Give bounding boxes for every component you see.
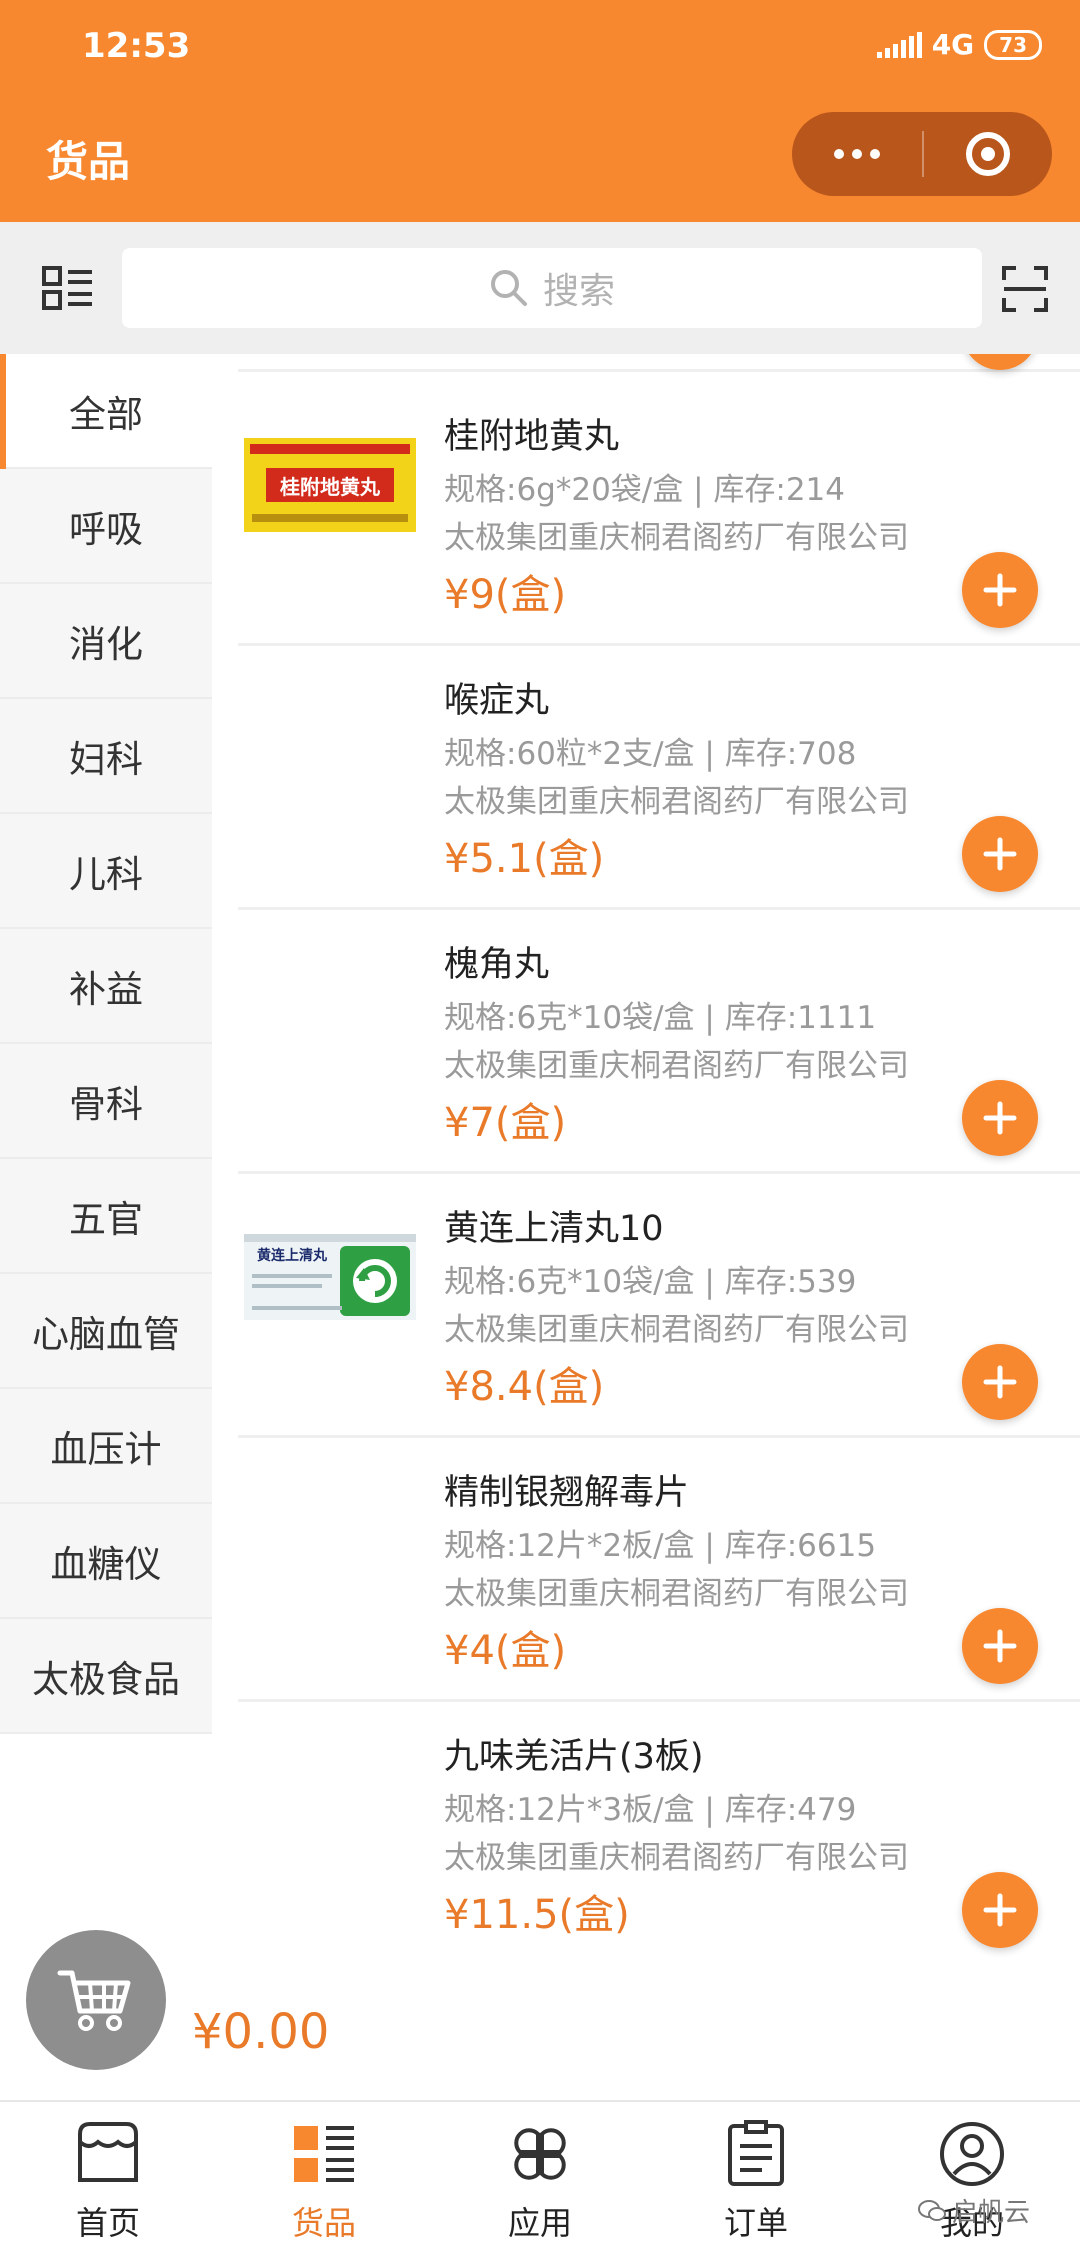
tab-label: 订单 bbox=[723, 2204, 788, 2242]
goods-list-icon bbox=[294, 2126, 354, 2182]
watermark-text: 启帆云 bbox=[952, 2198, 1031, 2228]
tab-apps[interactable]: 应用 bbox=[432, 2102, 648, 2248]
search-input[interactable]: 搜索 bbox=[122, 248, 982, 328]
product-price: ¥8.4(盒) bbox=[444, 1364, 605, 1410]
user-icon bbox=[940, 2122, 1004, 2186]
tab-home[interactable]: 首页 bbox=[0, 2102, 216, 2248]
plus-icon bbox=[983, 1629, 1017, 1663]
sidebar-item-orthopedics[interactable]: 骨科 bbox=[0, 1044, 212, 1159]
category-sidebar: 全部 呼吸 消化 妇科 儿科 补益 骨科 五官 心脑血管 血压计 血糖仪 太极食… bbox=[0, 354, 212, 1742]
page-title: 货品 bbox=[46, 137, 131, 186]
sidebar-item-gynecology[interactable]: 妇科 bbox=[0, 699, 212, 814]
cart-icon bbox=[57, 1970, 131, 2031]
product-name: 桂附地黄丸 bbox=[444, 417, 620, 457]
sidebar-item-all[interactable]: 全部 bbox=[0, 354, 212, 469]
plus-icon bbox=[983, 837, 1017, 871]
cart-total: ¥0.00 bbox=[192, 2004, 330, 2060]
sidebar-item-cardio[interactable]: 心脑血管 bbox=[0, 1274, 212, 1389]
tab-label: 应用 bbox=[507, 2204, 572, 2242]
list-item bbox=[238, 354, 1080, 372]
product-spec: 规格:60粒*2支/盒 | 库存:708 bbox=[444, 736, 857, 772]
list-item[interactable]: 桂附地黄丸 桂附地黄丸 规格:6g*20袋/盒 | 库存:214 太极集团重庆桐… bbox=[238, 384, 1080, 646]
tab-orders[interactable]: 订单 bbox=[648, 2102, 864, 2248]
sidebar-item-tonic[interactable]: 补益 bbox=[0, 929, 212, 1044]
product-company: 太极集团重庆桐君阁药厂有限公司 bbox=[444, 1840, 909, 1876]
product-price: ¥5.1(盒) bbox=[444, 836, 605, 882]
battery-icon: 73 bbox=[984, 29, 1042, 60]
list-item[interactable]: 喉症丸 规格:60粒*2支/盒 | 库存:708 太极集团重庆桐君阁药厂有限公司… bbox=[238, 648, 1080, 910]
add-to-cart-button[interactable] bbox=[962, 1080, 1038, 1156]
sidebar-item-glucose-meter[interactable]: 血糖仪 bbox=[0, 1504, 212, 1619]
signal-icon bbox=[876, 31, 922, 58]
apps-icon bbox=[514, 2128, 566, 2180]
tab-label: 首页 bbox=[75, 2204, 140, 2242]
search-placeholder: 搜索 bbox=[542, 271, 615, 312]
sidebar-item-digestive[interactable]: 消化 bbox=[0, 584, 212, 699]
list-item[interactable]: 精制银翘解毒片 规格:12片*2板/盒 | 库存:6615 太极集团重庆桐君阁药… bbox=[238, 1440, 1080, 1702]
product-name: 九味羌活片(3板) bbox=[444, 1737, 704, 1777]
category-menu-icon[interactable] bbox=[42, 266, 94, 310]
network-label: 4G bbox=[931, 28, 975, 61]
product-spec: 规格:12片*3板/盒 | 库存:479 bbox=[444, 1792, 857, 1828]
product-name: 黄连上清丸10 bbox=[444, 1209, 664, 1249]
product-company: 太极集团重庆桐君阁药厂有限公司 bbox=[444, 520, 909, 556]
product-company: 太极集团重庆桐君阁药厂有限公司 bbox=[444, 1048, 909, 1084]
sidebar-item-pediatrics[interactable]: 儿科 bbox=[0, 814, 212, 929]
top-header: 12:53 4G 73 货品 bbox=[0, 0, 1080, 222]
sidebar-item-blood-pressure-meter[interactable]: 血压计 bbox=[0, 1389, 212, 1504]
product-name: 精制银翘解毒片 bbox=[444, 1473, 690, 1513]
product-price: ¥7(盒) bbox=[444, 1100, 567, 1146]
product-price: ¥11.5(盒) bbox=[444, 1892, 630, 1938]
product-price: ¥9(盒) bbox=[444, 572, 567, 618]
cart-button[interactable] bbox=[26, 1930, 166, 2070]
tab-goods[interactable]: 货品 bbox=[216, 2102, 432, 2248]
add-to-cart-button[interactable] bbox=[962, 1872, 1038, 1948]
product-spec: 规格:6克*10袋/盒 | 库存:1111 bbox=[444, 1000, 877, 1036]
sidebar-item-taiji-food[interactable]: 太极食品 bbox=[0, 1619, 212, 1734]
wechat-icon bbox=[918, 2199, 946, 2221]
product-spec: 规格:12片*2板/盒 | 库存:6615 bbox=[444, 1528, 877, 1564]
list-item[interactable]: 槐角丸 规格:6克*10袋/盒 | 库存:1111 太极集团重庆桐君阁药厂有限公… bbox=[238, 912, 1080, 1174]
shop-icon bbox=[78, 2122, 138, 2182]
watermark: 启帆云 bbox=[918, 2192, 1030, 2229]
search-icon bbox=[490, 270, 527, 306]
plus-icon bbox=[983, 1365, 1017, 1399]
status-indicators: 4G 73 bbox=[876, 28, 1042, 61]
sidebar-item-ent[interactable]: 五官 bbox=[0, 1159, 212, 1274]
list-item[interactable]: 黄连上清丸 黄连上清丸10 规格:6克*10袋/盒 | 库存:539 太极集团重… bbox=[238, 1176, 1080, 1438]
product-price: ¥4(盒) bbox=[444, 1628, 567, 1674]
product-image-label: 桂附地黄丸 bbox=[279, 475, 381, 499]
product-name: 喉症丸 bbox=[444, 681, 550, 721]
product-company: 太极集团重庆桐君阁药厂有限公司 bbox=[444, 1576, 909, 1612]
add-to-cart-button[interactable] bbox=[962, 1608, 1038, 1684]
status-time: 12:53 bbox=[82, 26, 191, 66]
more-icon[interactable] bbox=[792, 149, 922, 159]
search-bar: 搜索 bbox=[0, 222, 1080, 354]
tab-label: 货品 bbox=[291, 2204, 356, 2242]
product-list: 桂附地黄丸 桂附地黄丸 规格:6g*20袋/盒 | 库存:214 太极集团重庆桐… bbox=[238, 354, 1080, 2022]
product-spec: 规格:6克*10袋/盒 | 库存:539 bbox=[444, 1264, 857, 1300]
add-to-cart-button[interactable] bbox=[962, 816, 1038, 892]
list-item[interactable]: 九味羌活片(3板) 规格:12片*3板/盒 | 库存:479 太极集团重庆桐君阁… bbox=[238, 1704, 1080, 1966]
plus-icon bbox=[983, 1893, 1017, 1927]
order-icon bbox=[728, 2120, 784, 2186]
add-to-cart-button[interactable] bbox=[962, 1344, 1038, 1420]
product-image-label: 黄连上清丸 bbox=[257, 1247, 328, 1264]
product-company: 太极集团重庆桐君阁药厂有限公司 bbox=[444, 1312, 909, 1348]
add-to-cart-button[interactable] bbox=[962, 354, 1038, 370]
product-image: 桂附地黄丸 bbox=[244, 438, 416, 532]
miniprogram-capsule bbox=[792, 112, 1052, 196]
product-image: 黄连上清丸 bbox=[244, 1234, 416, 1320]
close-miniprogram-button[interactable] bbox=[924, 132, 1052, 176]
sidebar-item-respiratory[interactable]: 呼吸 bbox=[0, 469, 212, 584]
plus-icon bbox=[983, 573, 1017, 607]
add-to-cart-button[interactable] bbox=[962, 552, 1038, 628]
scan-icon[interactable] bbox=[1002, 266, 1048, 312]
product-company: 太极集团重庆桐君阁药厂有限公司 bbox=[444, 784, 909, 820]
target-icon bbox=[966, 132, 1010, 176]
plus-icon bbox=[983, 1101, 1017, 1135]
product-name: 槐角丸 bbox=[444, 945, 550, 985]
product-spec: 规格:6g*20袋/盒 | 库存:214 bbox=[444, 472, 846, 508]
